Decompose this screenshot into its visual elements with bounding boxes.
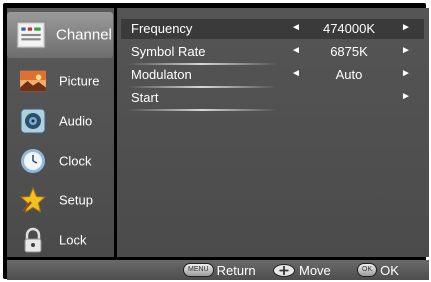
modulation-label: Modulaton — [131, 67, 192, 82]
move-label: Move — [299, 262, 331, 278]
sidebar-item-clock[interactable]: Clock — [7, 141, 114, 181]
tv-screen: Channel Picture Audio Clock Setup Lock F… — [3, 3, 429, 280]
sidebar-item-label: Setup — [59, 192, 93, 208]
ok-key-icon: OK — [357, 263, 378, 277]
audio-icon — [20, 108, 46, 134]
setup-icon — [19, 187, 47, 213]
sidebar-item-picture[interactable]: Picture — [7, 61, 114, 101]
return-label: Return — [216, 262, 256, 278]
move-icon — [273, 263, 295, 277]
start-row[interactable]: Start ► — [121, 88, 424, 111]
move-button[interactable]: Move — [273, 262, 331, 278]
sidebar-item-label: Picture — [59, 73, 100, 89]
row-divider — [127, 109, 277, 111]
return-button[interactable]: MENU Return — [183, 262, 256, 278]
settings-panel: Frequency ◄ 474000K ► Symbol Rate ◄ 6875… — [117, 8, 429, 257]
sidebar-item-label: Audio — [59, 113, 93, 129]
clock-icon — [21, 149, 45, 173]
frequency-value: 474000K — [322, 21, 376, 36]
frequency-label: Frequency — [131, 21, 193, 36]
sidebar-item-lock[interactable]: Lock — [7, 220, 114, 260]
sidebar-item-audio[interactable]: Audio — [7, 101, 114, 141]
sidebar-item-label: Channel — [56, 26, 112, 44]
symbol-rate-label: Symbol Rate — [131, 44, 206, 59]
lock-icon — [24, 227, 42, 253]
right-arrow-icon[interactable]: ► — [401, 68, 411, 79]
sidebar-item-label: Clock — [59, 153, 92, 169]
sidebar: Channel Picture Audio Clock Setup Lock — [7, 8, 114, 257]
left-arrow-icon[interactable]: ◄ — [291, 45, 301, 56]
symbol-rate-row[interactable]: Symbol Rate ◄ 6875K ► — [121, 42, 424, 65]
sidebar-item-setup[interactable]: Setup — [7, 180, 114, 220]
right-arrow-icon[interactable]: ► — [401, 22, 411, 33]
sidebar-item-label: Lock — [59, 232, 87, 248]
sidebar-item-channel[interactable]: Channel — [7, 12, 113, 58]
symbol-rate-value: 6875K — [330, 44, 368, 59]
modulation-row[interactable]: Modulaton ◄ Auto ► — [121, 65, 424, 88]
modulation-value: Auto — [335, 67, 363, 82]
right-arrow-icon[interactable]: ► — [401, 45, 411, 56]
footer-bar: MENU Return Move OK OK — [7, 260, 429, 280]
channel-icon — [16, 21, 46, 49]
ok-label: OK — [380, 262, 399, 278]
right-arrow-icon[interactable]: ► — [401, 91, 411, 102]
left-arrow-icon[interactable]: ◄ — [291, 68, 301, 79]
frequency-row[interactable]: Frequency ◄ 474000K ► — [121, 19, 424, 39]
start-label: Start — [131, 90, 159, 105]
ok-button[interactable]: OK OK — [357, 262, 399, 278]
menu-key-icon: MENU — [183, 263, 214, 277]
left-arrow-icon[interactable]: ◄ — [291, 22, 301, 33]
picture-icon — [20, 70, 46, 92]
